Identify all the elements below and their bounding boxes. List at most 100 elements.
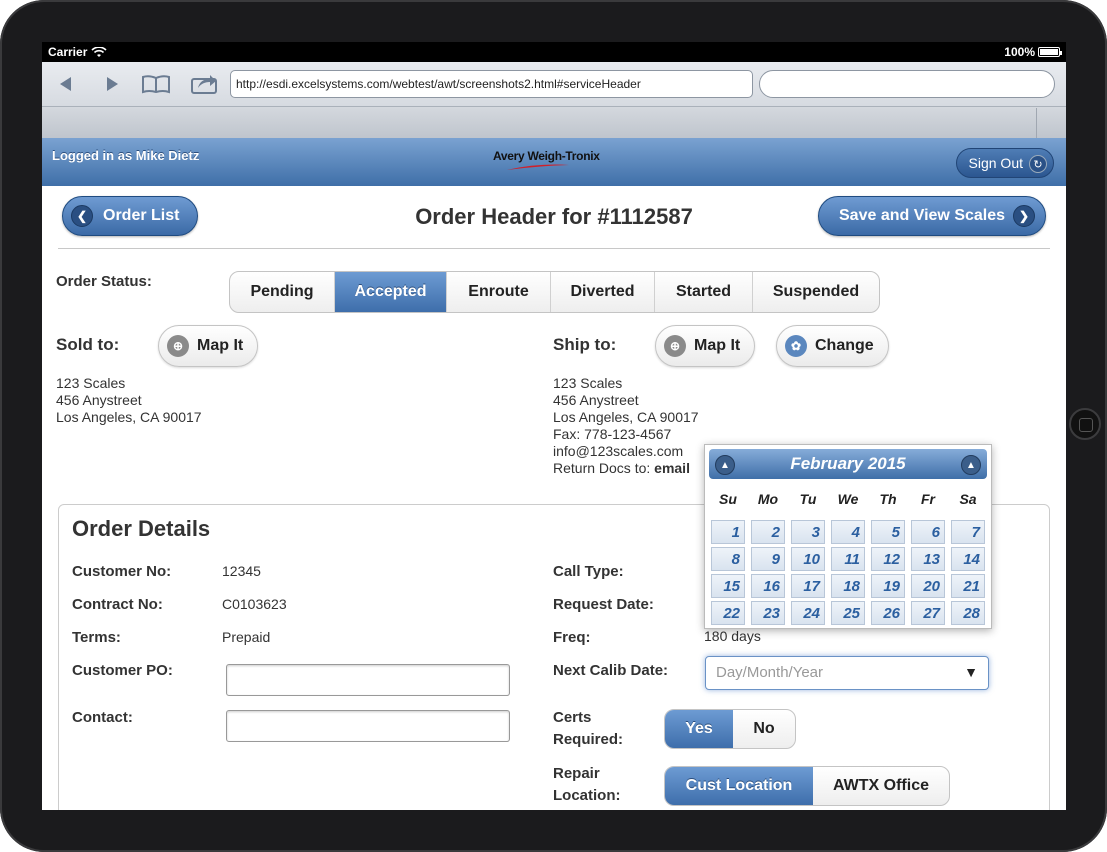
ship-to-email: info@123scales.com [553, 443, 684, 459]
calendar-prev-icon[interactable]: ▲ [715, 455, 735, 475]
calendar-day[interactable]: 25 [831, 601, 865, 625]
calendar-day[interactable]: 20 [911, 574, 945, 598]
battery-percent: 100% [1004, 45, 1035, 59]
share-icon[interactable] [188, 72, 220, 96]
calendar-day[interactable]: 4 [831, 520, 865, 544]
status-started[interactable]: Started [655, 272, 753, 312]
next-calib-date-select[interactable]: Day/Month/Year ▼ [705, 656, 989, 690]
brand-logo: Avery Weigh-Tronix [493, 149, 600, 170]
customer-po-label: Customer PO: [72, 662, 173, 679]
sold-to-map-label: Map It [197, 337, 244, 354]
calendar-day[interactable]: 13 [911, 547, 945, 571]
calendar-day[interactable]: 6 [911, 520, 945, 544]
calendar-next-icon[interactable]: ▲ [961, 455, 981, 475]
globe-icon: ⊕ [664, 335, 686, 357]
repair-cust-location[interactable]: Cust Location [665, 767, 813, 805]
calendar-day[interactable]: 15 [711, 574, 745, 598]
browser-toolbar: http://esdi.excelsystems.com/webtest/awt… [42, 62, 1066, 138]
calendar-day[interactable]: 2 [751, 520, 785, 544]
sign-out-label: Sign Out [968, 155, 1023, 171]
ship-to-change-label: Change [815, 337, 874, 354]
certs-no[interactable]: No [733, 710, 795, 748]
calendar-day[interactable]: 16 [751, 574, 785, 598]
calendar-day[interactable]: 21 [951, 574, 985, 598]
date-picker-calendar: ▲ February 2015 ▲ Su Mo Tu We Th Fr Sa 1234567… [704, 444, 992, 629]
certs-label-1: Certs [553, 709, 592, 726]
calendar-day[interactable]: 14 [951, 547, 985, 571]
home-button[interactable] [1069, 408, 1101, 440]
calendar-day[interactable]: 18 [831, 574, 865, 598]
bookmarks-icon[interactable] [140, 72, 172, 96]
calendar-weekday: Th [879, 491, 897, 507]
dropdown-arrow-icon: ▼ [964, 664, 978, 680]
request-date-label: Request Date: [553, 596, 654, 613]
status-suspended[interactable]: Suspended [753, 272, 879, 312]
customer-no-label: Customer No: [72, 563, 172, 580]
return-docs-value: email [654, 460, 690, 476]
order-details-title: Order Details [72, 516, 211, 541]
repair-label-1: Repair [553, 765, 600, 782]
ship-to-map-button[interactable]: ⊕ Map It [655, 325, 756, 367]
back-icon[interactable] [52, 72, 80, 96]
status-diverted[interactable]: Diverted [551, 272, 655, 312]
status-pending[interactable]: Pending [230, 272, 335, 312]
calendar-day[interactable]: 19 [871, 574, 905, 598]
ship-to-change-button[interactable]: ✿ Change [776, 325, 889, 367]
calendar-day[interactable]: 9 [751, 547, 785, 571]
calendar-day[interactable]: 28 [951, 601, 985, 625]
url-field[interactable]: http://esdi.excelsystems.com/webtest/awt… [230, 70, 753, 98]
repair-label-2: Location: [553, 787, 621, 804]
search-field[interactable] [759, 70, 1055, 98]
sold-to-line-1: 123 Scales [56, 375, 126, 391]
calendar-day[interactable]: 8 [711, 547, 745, 571]
calendar-day[interactable]: 10 [791, 547, 825, 571]
brand-logo-text: Avery Weigh-Tronix [493, 149, 600, 163]
next-calib-label: Next Calib Date: [553, 662, 669, 679]
new-tab-button[interactable] [1036, 108, 1066, 138]
ship-to-label: Ship to: [553, 335, 617, 354]
logo-swoosh-icon [507, 164, 569, 170]
calendar-day[interactable]: 3 [791, 520, 825, 544]
calendar-day[interactable]: 5 [871, 520, 905, 544]
calendar-day[interactable]: 7 [951, 520, 985, 544]
logged-in-label: Logged in as Mike Dietz [52, 148, 200, 163]
ship-to-line-1: 123 Scales [553, 375, 623, 391]
calendar-day[interactable]: 24 [791, 601, 825, 625]
calendar-day[interactable]: 11 [831, 547, 865, 571]
save-view-scales-button[interactable]: Save and View Scales ❯ [818, 196, 1046, 236]
contract-no-label: Contract No: [72, 596, 163, 613]
status-accepted[interactable]: Accepted [335, 272, 447, 312]
calendar-day[interactable]: 12 [871, 547, 905, 571]
ship-to-address: 123 Scales 456 Anystreet Los Angeles, CA… [553, 375, 699, 477]
header-divider [58, 248, 1050, 249]
certs-yes[interactable]: Yes [665, 710, 733, 748]
calendar-day[interactable]: 23 [751, 601, 785, 625]
battery-indicator: 100% [1004, 45, 1062, 59]
calendar-day[interactable]: 27 [911, 601, 945, 625]
sold-to-map-button[interactable]: ⊕ Map It [158, 325, 259, 367]
calendar-day[interactable]: 22 [711, 601, 745, 625]
forward-icon[interactable] [98, 72, 126, 96]
calendar-weekday: Su [719, 491, 737, 507]
calendar-day[interactable]: 17 [791, 574, 825, 598]
calendar-month: February 2015 [790, 454, 906, 473]
wifi-icon [91, 46, 107, 57]
certs-required-toggle: Yes No [664, 709, 796, 749]
ship-to-fax: Fax: 778-123-4567 [553, 426, 672, 442]
customer-po-input[interactable] [226, 664, 510, 696]
terms-value: Prepaid [222, 629, 271, 645]
calendar-header: ▲ February 2015 ▲ [709, 449, 987, 479]
calendar-day[interactable]: 1 [711, 520, 745, 544]
ship-to-line-2: 456 Anystreet [553, 392, 639, 408]
screen: Carrier 100% http://esdi.excelsystems.co… [42, 42, 1066, 810]
freq-value: 180 days [704, 628, 761, 644]
contract-no-value: C0103623 [222, 596, 287, 612]
calendar-day[interactable]: 26 [871, 601, 905, 625]
certs-label-2: Required: [553, 731, 624, 748]
sign-out-button[interactable]: Sign Out ↻ [955, 148, 1054, 178]
repair-awtx-office[interactable]: AWTX Office [813, 767, 949, 805]
contact-input[interactable] [226, 710, 510, 742]
status-enroute[interactable]: Enroute [447, 272, 551, 312]
app-header: Logged in as Mike Dietz Avery Weigh-Tron… [42, 138, 1066, 186]
sold-to-line-3: Los Angeles, CA 90017 [56, 409, 202, 425]
